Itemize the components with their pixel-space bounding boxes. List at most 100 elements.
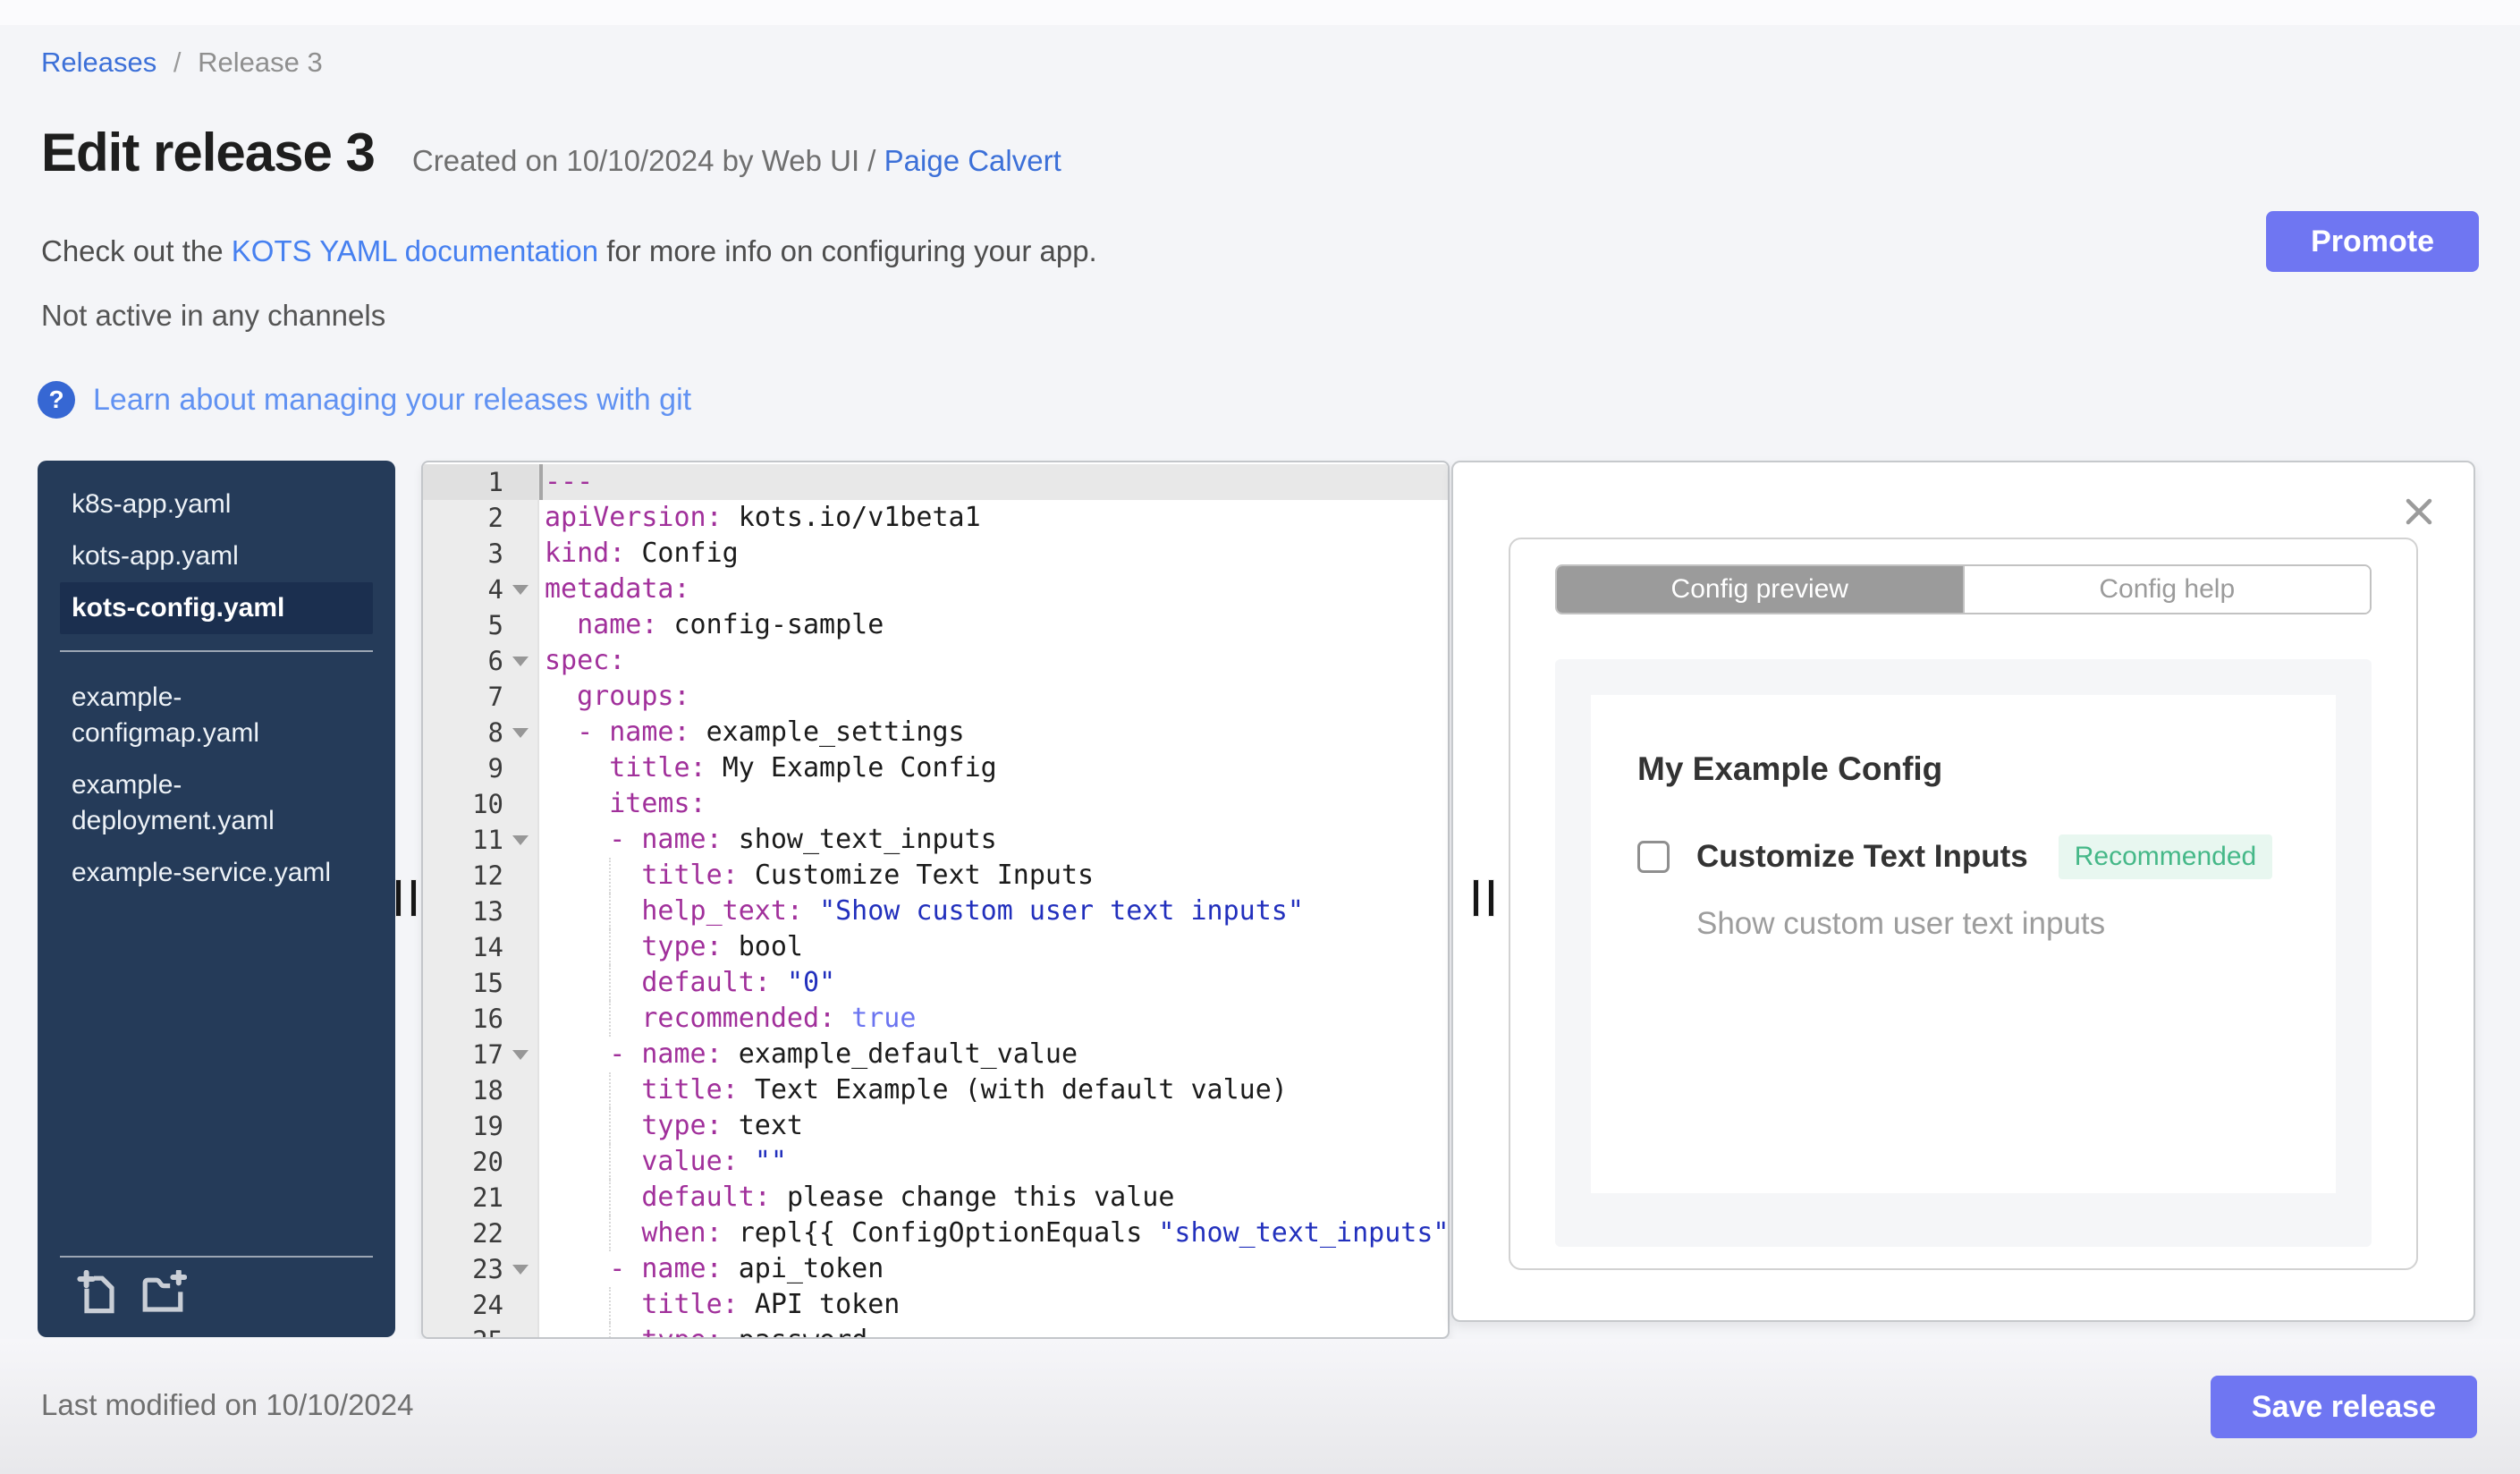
gutter-cell[interactable]: 14 xyxy=(423,929,539,965)
save-release-button[interactable]: Save release xyxy=(2210,1376,2477,1438)
gutter-cell[interactable]: 17 xyxy=(423,1037,539,1072)
editor-line-22[interactable]: 22 when: repl{{ ConfigOptionEquals "show… xyxy=(423,1216,1448,1251)
code-cell[interactable]: groups: xyxy=(539,679,1448,715)
gutter-cell[interactable]: 13 xyxy=(423,894,539,929)
code-cell[interactable]: value: "" xyxy=(539,1144,1448,1180)
tab-config-preview[interactable]: Config preview xyxy=(1557,566,1963,613)
sidebar-item-kots-app.yaml[interactable]: kots-app.yaml xyxy=(60,530,373,582)
close-icon[interactable] xyxy=(2400,493,2438,530)
code-cell[interactable]: default: please change this value xyxy=(539,1180,1448,1216)
gutter-cell[interactable]: 9 xyxy=(423,750,539,786)
sidebar-item-kots-config.yaml[interactable]: kots-config.yaml xyxy=(60,582,373,634)
code-cell[interactable]: name: config-sample xyxy=(539,607,1448,643)
customize-text-inputs-checkbox[interactable] xyxy=(1637,841,1670,873)
code-cell[interactable]: - name: api_token xyxy=(539,1251,1448,1287)
sidebar-item-example-deployment.yaml[interactable]: example-deployment.yaml xyxy=(60,759,373,847)
code-cell[interactable]: type: bool xyxy=(539,929,1448,965)
sidebar-item-example-configmap.yaml[interactable]: example-configmap.yaml xyxy=(60,672,373,759)
promote-button[interactable]: Promote xyxy=(2266,211,2479,272)
editor-line-7[interactable]: 7 groups: xyxy=(423,679,1448,715)
gutter-cell[interactable]: 5 xyxy=(423,607,539,643)
code-cell[interactable]: recommended: true xyxy=(539,1001,1448,1037)
add-file-icon[interactable] xyxy=(76,1269,117,1319)
code-cell[interactable]: title: Customize Text Inputs xyxy=(539,858,1448,894)
code-cell[interactable]: title: API token xyxy=(539,1287,1448,1323)
code-cell[interactable]: type: text xyxy=(539,1108,1448,1144)
code-cell[interactable]: title: My Example Config xyxy=(539,750,1448,786)
gutter-cell[interactable]: 6 xyxy=(423,643,539,679)
fold-arrow-icon[interactable] xyxy=(512,834,529,845)
editor-line-5[interactable]: 5 name: config-sample xyxy=(423,607,1448,643)
code-cell[interactable]: spec: xyxy=(539,643,1448,679)
code-cell[interactable]: metadata: xyxy=(539,572,1448,607)
code-cell[interactable]: - name: show_text_inputs xyxy=(539,822,1448,858)
editor-line-14[interactable]: 14 type: bool xyxy=(423,929,1448,965)
git-releases-link[interactable]: Learn about managing your releases with … xyxy=(93,383,691,418)
editor-line-2[interactable]: 2 apiVersion: kots.io/v1beta1 xyxy=(423,500,1448,536)
fold-arrow-icon[interactable] xyxy=(512,584,529,595)
gutter-cell[interactable]: 2 xyxy=(423,500,539,536)
gutter-cell[interactable]: 16 xyxy=(423,1001,539,1037)
gutter-cell[interactable]: 10 xyxy=(423,786,539,822)
editor-line-20[interactable]: 20 value: "" xyxy=(423,1144,1448,1180)
code-cell[interactable]: help_text: "Show custom user text inputs… xyxy=(539,894,1448,929)
editor-line-12[interactable]: 12 title: Customize Text Inputs xyxy=(423,858,1448,894)
editor-line-19[interactable]: 19 type: text xyxy=(423,1108,1448,1144)
editor-line-6[interactable]: 6 spec: xyxy=(423,643,1448,679)
gutter-cell[interactable]: 23 xyxy=(423,1251,539,1287)
gutter-cell[interactable]: 12 xyxy=(423,858,539,894)
gutter-cell[interactable]: 4 xyxy=(423,572,539,607)
gutter-cell[interactable]: 18 xyxy=(423,1072,539,1108)
sidebar-item-k8s-app.yaml[interactable]: k8s-app.yaml xyxy=(60,479,373,530)
code-cell[interactable]: kind: Config xyxy=(539,536,1448,572)
gutter-cell[interactable]: 22 xyxy=(423,1216,539,1251)
editor-line-13[interactable]: 13 help_text: "Show custom user text inp… xyxy=(423,894,1448,929)
editor-line-9[interactable]: 9 title: My Example Config xyxy=(423,750,1448,786)
gutter-cell[interactable]: 11 xyxy=(423,822,539,858)
code-cell[interactable]: - name: example_default_value xyxy=(539,1037,1448,1072)
editor-line-4[interactable]: 4 metadata: xyxy=(423,572,1448,607)
sidebar-item-example-service.yaml[interactable]: example-service.yaml xyxy=(60,847,373,899)
fold-arrow-icon[interactable] xyxy=(512,1264,529,1275)
editor-line-16[interactable]: 16 recommended: true xyxy=(423,1001,1448,1037)
preview-resize-handle[interactable] xyxy=(1473,879,1494,917)
tab-config-help[interactable]: Config help xyxy=(1962,566,2370,613)
gutter-cell[interactable]: 24 xyxy=(423,1287,539,1323)
editor-line-23[interactable]: 23 - name: api_token xyxy=(423,1251,1448,1287)
editor-line-10[interactable]: 10 items: xyxy=(423,786,1448,822)
editor-line-11[interactable]: 11 - name: show_text_inputs xyxy=(423,822,1448,858)
editor-line-24[interactable]: 24 title: API token xyxy=(423,1287,1448,1323)
add-folder-icon[interactable] xyxy=(140,1268,188,1319)
breadcrumb-releases-link[interactable]: Releases xyxy=(41,47,156,78)
sidebar-resize-handle[interactable] xyxy=(395,879,417,917)
gutter-cell[interactable]: 20 xyxy=(423,1144,539,1180)
editor-line-8[interactable]: 8 - name: example_settings xyxy=(423,715,1448,750)
code-cell[interactable]: title: Text Example (with default value) xyxy=(539,1072,1448,1108)
code-cell[interactable]: type: password xyxy=(539,1323,1448,1337)
fold-arrow-icon[interactable] xyxy=(512,727,529,738)
fold-arrow-icon[interactable] xyxy=(512,656,529,666)
code-cell[interactable]: apiVersion: kots.io/v1beta1 xyxy=(539,500,1448,536)
gutter-cell[interactable]: 21 xyxy=(423,1180,539,1216)
code-cell[interactable]: --- xyxy=(539,464,1448,500)
editor-line-17[interactable]: 17 - name: example_default_value xyxy=(423,1037,1448,1072)
gutter-cell[interactable]: 15 xyxy=(423,965,539,1001)
gutter-cell[interactable]: 25 xyxy=(423,1323,539,1337)
editor-line-21[interactable]: 21 default: please change this value xyxy=(423,1180,1448,1216)
gutter-cell[interactable]: 8 xyxy=(423,715,539,750)
gutter-cell[interactable]: 3 xyxy=(423,536,539,572)
editor-line-18[interactable]: 18 title: Text Example (with default val… xyxy=(423,1072,1448,1108)
kots-yaml-docs-link[interactable]: KOTS YAML documentation xyxy=(232,234,598,267)
fold-arrow-icon[interactable] xyxy=(512,1049,529,1060)
code-cell[interactable]: - name: example_settings xyxy=(539,715,1448,750)
gutter-cell[interactable]: 7 xyxy=(423,679,539,715)
editor-line-1[interactable]: 1 --- xyxy=(423,464,1448,500)
editor-line-15[interactable]: 15 default: "0" xyxy=(423,965,1448,1001)
yaml-editor[interactable]: 1 --- 2 apiVersion: kots.io/v1beta1 3 kind: C… xyxy=(421,461,1450,1339)
gutter-cell[interactable]: 1 xyxy=(423,464,539,500)
editor-line-25[interactable]: 25 type: password xyxy=(423,1323,1448,1337)
editor-line-3[interactable]: 3 kind: Config xyxy=(423,536,1448,572)
code-cell[interactable]: default: "0" xyxy=(539,965,1448,1001)
created-by-link[interactable]: Paige Calvert xyxy=(884,144,1061,177)
code-cell[interactable]: items: xyxy=(539,786,1448,822)
